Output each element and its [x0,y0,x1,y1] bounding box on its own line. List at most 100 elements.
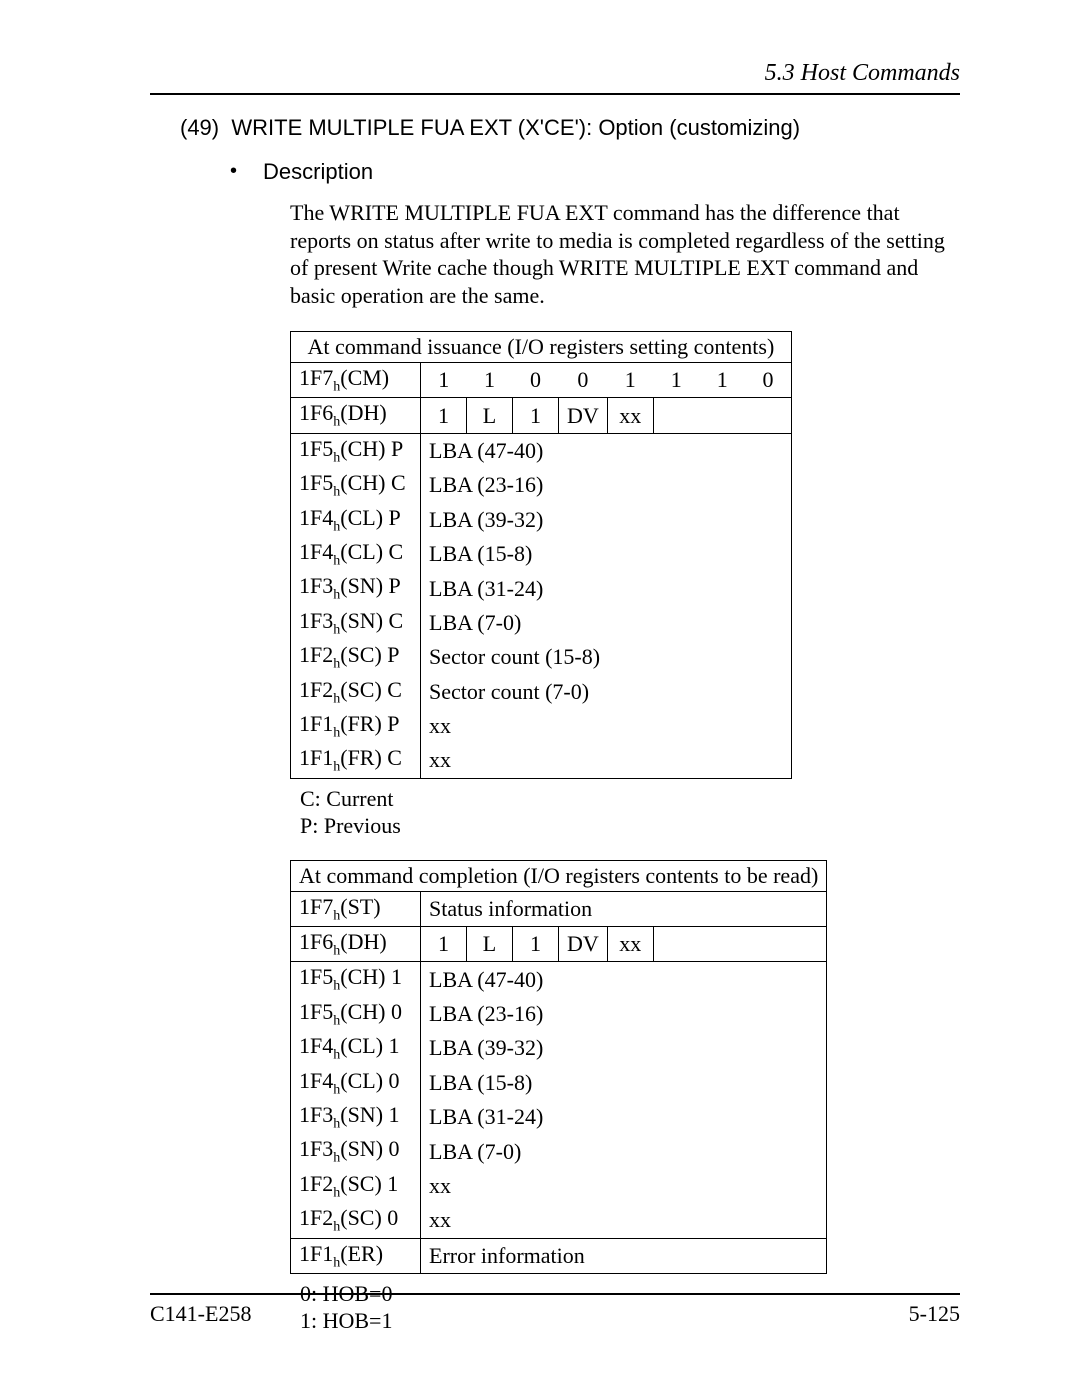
row-er: 1F1h(ER) Error information [291,1238,827,1273]
row-snc: 1F3h(SN) C LBA (7-0) [291,606,792,640]
val-snp: LBA (31-24) [421,571,792,605]
val-scp: Sector count (15-8) [421,640,792,674]
description-paragraph: The WRITE MULTIPLE FUA EXT command has t… [290,199,960,309]
cm-bit1: 1 [699,363,745,398]
reg-clp: 1F4h(CL) P [291,503,421,537]
val-chc: LBA (23-16) [421,468,792,502]
reg-dh2: 1F6h(DH) [291,927,421,962]
val-sc0: xx [421,1203,827,1238]
row-cl0: 1F4h(CL) 0 LBA (15-8) [291,1066,827,1100]
note-current: C: Current [300,785,960,813]
row-clp: 1F4h(CL) P LBA (39-32) [291,503,792,537]
reg-ch1: 1F5h(CH) 1 [291,962,421,997]
dh-c4: xx [607,398,653,433]
row-cl1: 1F4h(CL) 1 LBA (39-32) [291,1031,827,1065]
reg-st: 1F7h(ST) [291,891,421,926]
dh2-c4: xx [607,927,653,962]
dh-c3: DV [559,398,608,433]
val-cl1: LBA (39-32) [421,1031,827,1065]
reg-cl1: 1F4h(CL) 1 [291,1031,421,1065]
dh2-c3: DV [559,927,608,962]
row-frp: 1F1h(FR) P xx [291,709,792,743]
dh2-pad [653,927,827,962]
issuance-caption-row: At command issuance (I/O registers setti… [291,332,792,363]
row-scc: 1F2h(SC) C Sector count (7-0) [291,675,792,709]
val-sn1: LBA (31-24) [421,1100,827,1134]
dh-c2: 1 [513,398,559,433]
row-clc: 1F4h(CL) C LBA (15-8) [291,537,792,571]
bullet-label: Description [263,159,373,185]
row-scp: 1F2h(SC) P Sector count (15-8) [291,640,792,674]
completion-table: At command completion (I/O registers con… [290,860,827,1274]
dh-c1: L [467,398,513,433]
row-snp: 1F3h(SN) P LBA (31-24) [291,571,792,605]
row-frc: 1F1h(FR) C xx [291,743,792,778]
row-chp: 1F5h(CH) P LBA (47-40) [291,433,792,468]
reg-scc: 1F2h(SC) C [291,675,421,709]
completion-caption-row: At command completion (I/O registers con… [291,860,827,891]
val-frc: xx [421,743,792,778]
reg-cl0: 1F4h(CL) 0 [291,1066,421,1100]
val-sc1: xx [421,1169,827,1203]
section-header: 5.3 Host Commands [150,60,960,87]
reg-sc1: 1F2h(SC) 1 [291,1169,421,1203]
val-ch0: LBA (23-16) [421,997,827,1031]
header-rule [150,93,960,95]
val-chp: LBA (47-40) [421,433,792,468]
title-number: (49) [180,115,219,140]
row-sn0: 1F3h(SN) 0 LBA (7-0) [291,1134,827,1168]
val-er: Error information [421,1238,827,1273]
reg-dh: 1F6h(DH) [291,398,421,433]
notes-cp: C: Current P: Previous [300,785,960,840]
reg-snc: 1F3h(SN) C [291,606,421,640]
val-cl0: LBA (15-8) [421,1066,827,1100]
cm-bit3: 1 [607,363,653,398]
reg-snp: 1F3h(SN) P [291,571,421,605]
command-title: (49) WRITE MULTIPLE FUA EXT (X'CE'): Opt… [180,115,960,141]
footer-doc-id: C141-E258 [150,1301,251,1327]
issuance-caption: At command issuance (I/O registers setti… [291,332,792,363]
row-cm: 1F7h(CM) 1 1 0 0 1 1 1 0 [291,363,792,398]
cm-bit7: 1 [421,363,467,398]
description-bullet: • Description [230,159,960,185]
row-sc0: 1F2h(SC) 0 xx [291,1203,827,1238]
reg-chc: 1F5h(CH) C [291,468,421,502]
reg-frp: 1F1h(FR) P [291,709,421,743]
dh-c0: 1 [421,398,467,433]
dh2-c1: L [467,927,513,962]
val-clc: LBA (15-8) [421,537,792,571]
page-footer: C141-E258 5-125 [150,1293,960,1327]
reg-scp: 1F2h(SC) P [291,640,421,674]
reg-frc: 1F1h(FR) C [291,743,421,778]
row-st: 1F7h(ST) Status information [291,891,827,926]
row-sn1: 1F3h(SN) 1 LBA (31-24) [291,1100,827,1134]
val-snc: LBA (7-0) [421,606,792,640]
val-clp: LBA (39-32) [421,503,792,537]
val-scc: Sector count (7-0) [421,675,792,709]
reg-cm: 1F7h(CM) [291,363,421,398]
reg-sc0: 1F2h(SC) 0 [291,1203,421,1238]
reg-chp: 1F5h(CH) P [291,433,421,468]
reg-er: 1F1h(ER) [291,1238,421,1273]
row-dh2: 1F6h(DH) 1 L 1 DV xx [291,927,827,962]
dh2-c2: 1 [513,927,559,962]
issuance-table: At command issuance (I/O registers setti… [290,331,792,779]
cm-bit2: 1 [653,363,699,398]
dh-pad [653,398,791,433]
cm-bit5: 0 [513,363,559,398]
reg-sn0: 1F3h(SN) 0 [291,1134,421,1168]
note-previous: P: Previous [300,812,960,840]
reg-clc: 1F4h(CL) C [291,537,421,571]
val-ch1: LBA (47-40) [421,962,827,997]
cm-bit6: 1 [467,363,513,398]
reg-ch0: 1F5h(CH) 0 [291,997,421,1031]
row-ch0: 1F5h(CH) 0 LBA (23-16) [291,997,827,1031]
reg-sn1: 1F3h(SN) 1 [291,1100,421,1134]
cm-bit0: 0 [745,363,791,398]
completion-caption: At command completion (I/O registers con… [291,860,827,891]
bullet-icon: • [230,159,237,183]
val-frp: xx [421,709,792,743]
val-st: Status information [421,891,827,926]
title-text: WRITE MULTIPLE FUA EXT (X'CE'): Option (… [231,115,800,140]
footer-rule [150,1293,960,1295]
